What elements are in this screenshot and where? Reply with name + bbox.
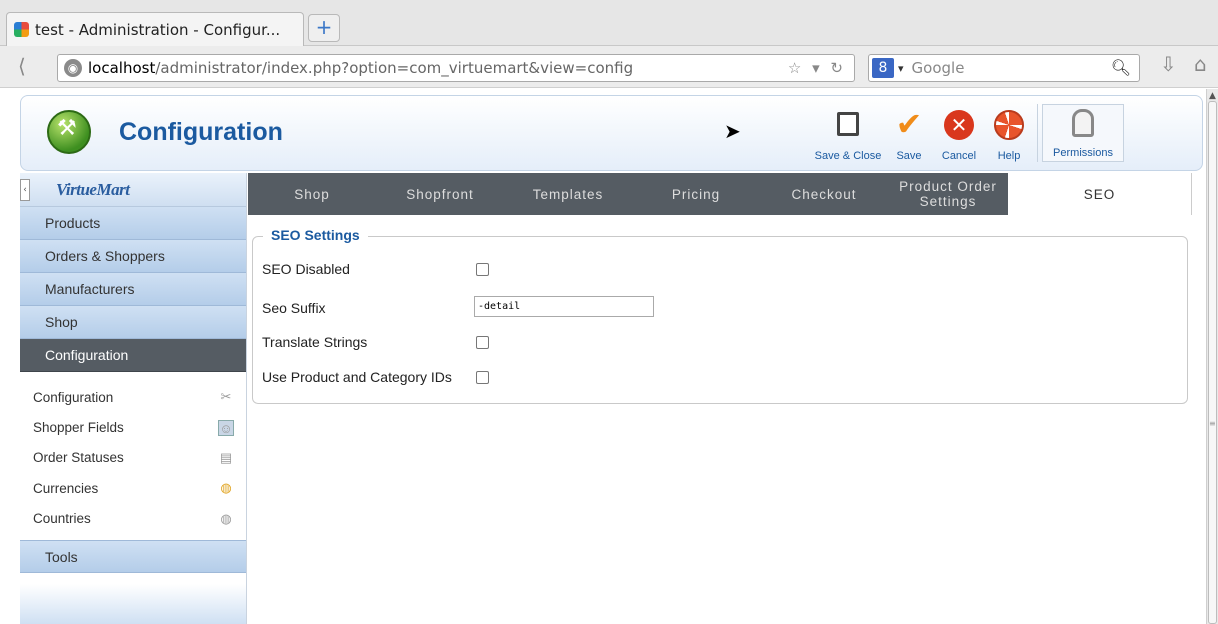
sidebar-item-manufacturers[interactable]: Manufacturers bbox=[20, 273, 246, 306]
seo-suffix-input[interactable]: -detail bbox=[474, 296, 654, 317]
browser-navbar: ⟨ ◉ localhost/administrator/index.php?op… bbox=[0, 46, 1218, 88]
lock-icon bbox=[1072, 109, 1094, 137]
joomla-favicon-icon bbox=[13, 21, 30, 38]
chevron-down-icon[interactable]: ▾ bbox=[898, 62, 904, 75]
seo-disabled-label: SEO Disabled bbox=[262, 261, 350, 277]
admin-header: Configuration ➤ Save & Close ✔ Save ✕ Ca… bbox=[20, 95, 1203, 171]
home-icon[interactable]: ⌂ bbox=[1194, 52, 1207, 76]
sidebar-submenu: Configuration ✂ Shopper Fields ☺ Order S… bbox=[20, 372, 246, 540]
seo-disabled-checkbox[interactable] bbox=[476, 263, 489, 276]
seo-suffix-label: Seo Suffix bbox=[262, 300, 326, 316]
scrollbar-thumb[interactable] bbox=[1208, 101, 1217, 624]
tab-templates[interactable]: Templates bbox=[504, 173, 632, 215]
sidebar-collapse-handle[interactable]: ‹ bbox=[20, 179, 30, 201]
user-card-icon: ☺ bbox=[218, 419, 234, 436]
translate-strings-label: Translate Strings bbox=[262, 334, 368, 350]
config-wrench-icon bbox=[47, 110, 91, 154]
submenu-item-configuration[interactable]: Configuration ✂ bbox=[20, 382, 246, 412]
submenu-label: Configuration bbox=[33, 389, 114, 405]
help-label: Help bbox=[997, 150, 1021, 162]
seo-settings-legend: SEO Settings bbox=[263, 227, 368, 243]
sidebar-item-products[interactable]: Products bbox=[20, 207, 246, 240]
save-close-label: Save & Close bbox=[814, 150, 882, 162]
submenu-label: Countries bbox=[33, 511, 91, 527]
back-arrow-icon[interactable]: ⟨ bbox=[18, 54, 26, 78]
cancel-x-icon: ✕ bbox=[944, 110, 974, 140]
document-icon: ▤ bbox=[219, 449, 233, 465]
download-arrow-icon[interactable]: ⇩ bbox=[1160, 52, 1177, 76]
mouse-cursor-icon: ➤ bbox=[724, 119, 741, 143]
tab-product-order-settings[interactable]: Product Order Settings bbox=[888, 173, 1008, 215]
permissions-button[interactable]: Permissions bbox=[1042, 104, 1124, 162]
submenu-item-shopper-fields[interactable]: Shopper Fields ☺ bbox=[20, 412, 246, 442]
submenu-item-countries[interactable]: Countries ◍ bbox=[20, 504, 246, 534]
globe-icon: ◍ bbox=[220, 510, 232, 526]
sidebar-item-orders-shoppers[interactable]: Orders & Shoppers bbox=[20, 240, 246, 273]
page-content: Configuration ➤ Save & Close ✔ Save ✕ Ca… bbox=[0, 89, 1206, 624]
search-bar[interactable]: 8 ▾ Google 🔍︎ bbox=[868, 54, 1140, 82]
toolbar: Save & Close ✔ Save ✕ Cancel Help Permis… bbox=[811, 104, 1124, 164]
tab-seo[interactable]: SEO bbox=[1008, 173, 1192, 215]
sidebar-item-shop[interactable]: Shop bbox=[20, 306, 246, 339]
vertical-scrollbar[interactable]: ▲ ≡ bbox=[1206, 89, 1218, 624]
virtuemart-logo[interactable]: VirtueMart bbox=[56, 180, 130, 200]
sidebar-gradient bbox=[20, 584, 246, 624]
search-placeholder: Google bbox=[911, 59, 965, 77]
translate-strings-checkbox[interactable] bbox=[476, 336, 489, 349]
url-path: /administrator/index.php?option=com_virt… bbox=[155, 59, 634, 77]
submenu-label: Currencies bbox=[33, 480, 99, 496]
sidebar: ‹ VirtueMart Products Orders & Shoppers … bbox=[20, 173, 247, 624]
new-tab-button[interactable]: + bbox=[308, 14, 340, 42]
cancel-label: Cancel bbox=[941, 150, 977, 162]
sidebar-brand: ‹ VirtueMart bbox=[20, 173, 246, 207]
help-button[interactable]: Help bbox=[985, 104, 1033, 164]
config-tabs: Shop Shopfront Templates Pricing Checkou… bbox=[248, 173, 1192, 215]
toolbar-divider bbox=[1037, 104, 1038, 162]
tools-icon: ✂ bbox=[220, 389, 232, 405]
save-button[interactable]: ✔ Save bbox=[885, 104, 933, 164]
save-close-button[interactable]: Save & Close bbox=[811, 104, 885, 164]
url-bar[interactable]: ◉ localhost/administrator/index.php?opti… bbox=[57, 54, 855, 82]
checkmark-icon: ✔ bbox=[895, 105, 923, 143]
use-ids-checkbox[interactable] bbox=[476, 371, 489, 384]
coins-icon: ◍ bbox=[220, 480, 232, 496]
tab-pricing[interactable]: Pricing bbox=[632, 173, 760, 215]
submenu-item-currencies[interactable]: Currencies ◍ bbox=[20, 473, 246, 503]
tab-shopfront[interactable]: Shopfront bbox=[376, 173, 504, 215]
url-host: localhost bbox=[88, 59, 156, 77]
bookmark-star-icon[interactable]: ☆ ▾ ↻ bbox=[788, 59, 846, 77]
floppy-disk-icon bbox=[837, 112, 859, 136]
scroll-up-icon[interactable]: ▲ bbox=[1208, 91, 1217, 101]
page-title: Configuration bbox=[119, 118, 283, 146]
scrollbar-grip-icon: ≡ bbox=[1209, 419, 1216, 428]
search-icon[interactable]: 🔍︎ bbox=[1111, 58, 1131, 77]
browser-tab[interactable]: test - Administration - Configur... bbox=[6, 12, 304, 46]
use-ids-label: Use Product and Category IDs bbox=[262, 369, 452, 385]
site-globe-icon[interactable]: ◉ bbox=[64, 59, 82, 77]
submenu-label: Shopper Fields bbox=[33, 420, 124, 436]
cancel-button[interactable]: ✕ Cancel bbox=[933, 104, 985, 164]
save-label: Save bbox=[896, 150, 922, 162]
browser-tab-title: test - Administration - Configur... bbox=[35, 20, 281, 39]
sidebar-item-tools[interactable]: Tools bbox=[20, 539, 246, 573]
tab-shop[interactable]: Shop bbox=[248, 173, 376, 215]
submenu-item-order-statuses[interactable]: Order Statuses ▤ bbox=[20, 443, 246, 473]
search-engine-icon[interactable]: 8 bbox=[872, 58, 894, 78]
seo-settings-fieldset: SEO Settings SEO Disabled Seo Suffix -de… bbox=[252, 227, 1188, 404]
lifebuoy-help-icon bbox=[994, 110, 1024, 140]
browser-tab-strip: test - Administration - Configur... + bbox=[0, 0, 1218, 46]
submenu-label: Order Statuses bbox=[33, 450, 124, 466]
tab-checkout[interactable]: Checkout bbox=[760, 173, 888, 215]
sidebar-item-configuration[interactable]: Configuration bbox=[20, 339, 246, 372]
permissions-label: Permissions bbox=[1053, 147, 1113, 159]
